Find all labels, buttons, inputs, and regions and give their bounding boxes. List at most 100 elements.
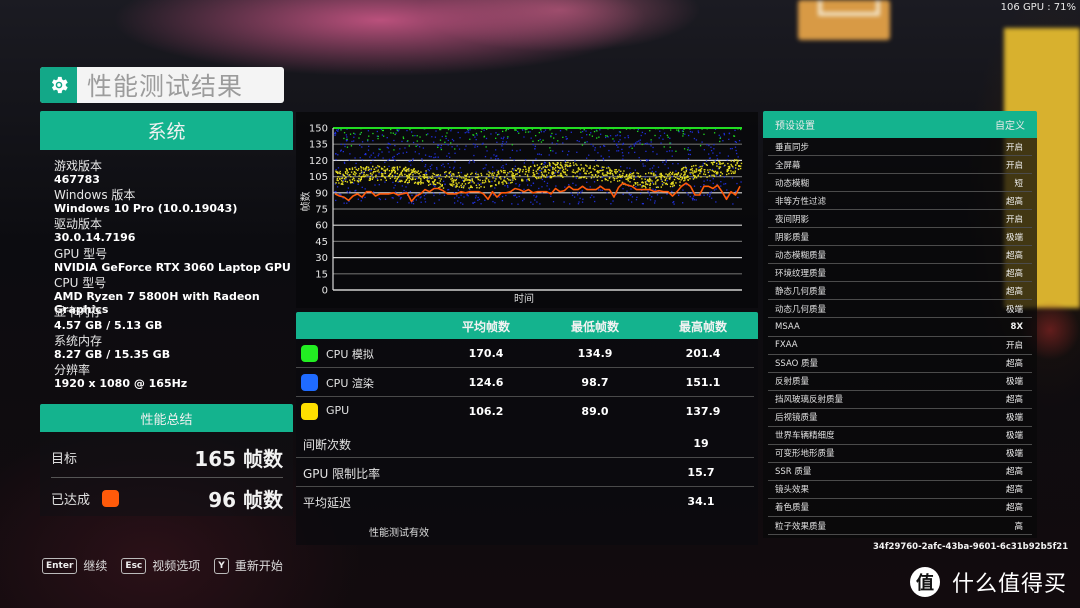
- cpu-sim-point: [669, 142, 671, 144]
- cpu-render-point: [502, 167, 505, 169]
- gpu-point: [500, 178, 502, 180]
- gpu-point: [697, 175, 699, 177]
- cpu-render-point: [357, 183, 359, 185]
- gpu-point: [396, 172, 399, 175]
- gpu-point: [431, 181, 434, 183]
- settings-row: 垂直同步 开启: [768, 138, 1032, 157]
- cpu-sim-point: [505, 128, 508, 131]
- gpu-point: [628, 173, 631, 175]
- cpu-render-point: [469, 129, 471, 131]
- gpu-point: [445, 171, 447, 173]
- gpu-point: [355, 172, 357, 175]
- cpu-sim-point: [407, 140, 409, 142]
- gpu-point: [603, 166, 605, 168]
- cpu-render-point: [668, 150, 671, 152]
- cpu-render-point: [577, 203, 580, 205]
- cpu-sim-point: [677, 130, 680, 132]
- gpu-point: [564, 168, 567, 170]
- gpu-point: [378, 171, 380, 173]
- gpu-point: [541, 168, 543, 170]
- gpu-point: [456, 175, 458, 178]
- continue-button[interactable]: Enter 继续: [42, 557, 107, 574]
- gpu-point: [425, 170, 427, 172]
- cpu-sim-point: [566, 129, 568, 131]
- cpu-render-point: [384, 161, 386, 164]
- system-info-item: GPU 型号 NVIDIA GeForce RTX 3060 Laptop GPU: [54, 247, 294, 277]
- gpu-point: [524, 166, 527, 168]
- cpu-render-point: [460, 202, 462, 204]
- gpu-point: [357, 169, 359, 172]
- cpu-render-point: [677, 194, 680, 196]
- video-options-button[interactable]: Esc 视频选项: [121, 557, 200, 574]
- cpu-render-point: [518, 185, 520, 187]
- cpu-sim-point: [440, 128, 442, 131]
- cpu-render-point: [517, 130, 519, 133]
- gpu-point: [511, 172, 514, 174]
- gpu-point: [552, 175, 555, 177]
- cpu-render-point: [548, 176, 550, 178]
- cpu-render-point: [586, 181, 588, 183]
- cpu-render-point: [511, 179, 513, 181]
- system-info-list: 游戏版本 467783 Windows 版本 Windows 10 Pro (10.…: [54, 160, 294, 394]
- cpu-render-point: [543, 131, 545, 133]
- gpu-point: [652, 183, 655, 185]
- cpu-render-point: [454, 152, 456, 154]
- cpu-render-point: [335, 168, 337, 171]
- cpu-render-point: [453, 197, 456, 199]
- cpu-sim-point: [682, 133, 684, 135]
- gpu-point: [533, 164, 536, 167]
- settings-row: 非等方性过滤 超高: [768, 192, 1032, 211]
- cpu-render-point: [671, 190, 673, 193]
- gpu-point: [618, 179, 621, 182]
- cpu-render-point: [636, 141, 638, 143]
- gpu-point: [693, 170, 696, 172]
- gpu-point: [414, 172, 416, 174]
- cpu-render-point: [459, 167, 462, 169]
- achieved-row: 已达成 96 帧数: [51, 478, 283, 518]
- gpu-point: [569, 162, 571, 165]
- cpu-render-point: [496, 169, 498, 171]
- cpu-render-point: [693, 195, 695, 197]
- gpu-point: [641, 181, 643, 184]
- cpu-render-point: [337, 154, 339, 156]
- gpu-point: [498, 182, 500, 185]
- cpu-render-point: [659, 135, 662, 137]
- cpu-sim-point: [667, 136, 669, 138]
- gpu-point: [559, 174, 561, 176]
- gpu-point: [338, 182, 340, 184]
- cpu-render-point: [433, 202, 436, 204]
- cpu-render-point: [617, 146, 619, 148]
- y-tick-label: 90: [315, 188, 328, 199]
- gpu-point: [554, 169, 557, 172]
- cpu-render-point: [502, 140, 504, 143]
- cpu-render-point: [538, 187, 540, 190]
- gpu-point: [695, 170, 698, 172]
- cpu-render-point: [508, 182, 510, 184]
- gpu-point: [663, 181, 665, 184]
- setting-label: 镜头效果: [775, 485, 810, 496]
- cpu-sim-point: [550, 136, 552, 138]
- gpu-point: [400, 171, 403, 174]
- gpu-point: [636, 182, 639, 184]
- cpu-render-point: [644, 143, 647, 145]
- cpu-render-point: [404, 147, 406, 149]
- gpu-point: [406, 174, 408, 177]
- info-value: 467783: [54, 173, 100, 186]
- page-title: 性能测试结果: [87, 72, 244, 101]
- cpu-render-point: [693, 137, 696, 140]
- cpu-render-point: [492, 200, 494, 203]
- gpu-point: [687, 176, 689, 178]
- restart-button[interactable]: Y 重新开始: [214, 557, 283, 574]
- cpu-render-point: [349, 153, 351, 155]
- gpu-point: [500, 169, 502, 172]
- cpu-render-point: [601, 176, 604, 179]
- cpu-render-point: [586, 134, 588, 136]
- cpu-render-point: [535, 196, 537, 198]
- cpu-render-point: [532, 143, 534, 146]
- gpu-point: [593, 165, 596, 168]
- gpu-point: [517, 167, 520, 170]
- gpu-point: [400, 179, 402, 182]
- gpu-point: [692, 165, 695, 167]
- setting-value: 超高: [1005, 485, 1023, 496]
- gpu-point: [501, 181, 503, 184]
